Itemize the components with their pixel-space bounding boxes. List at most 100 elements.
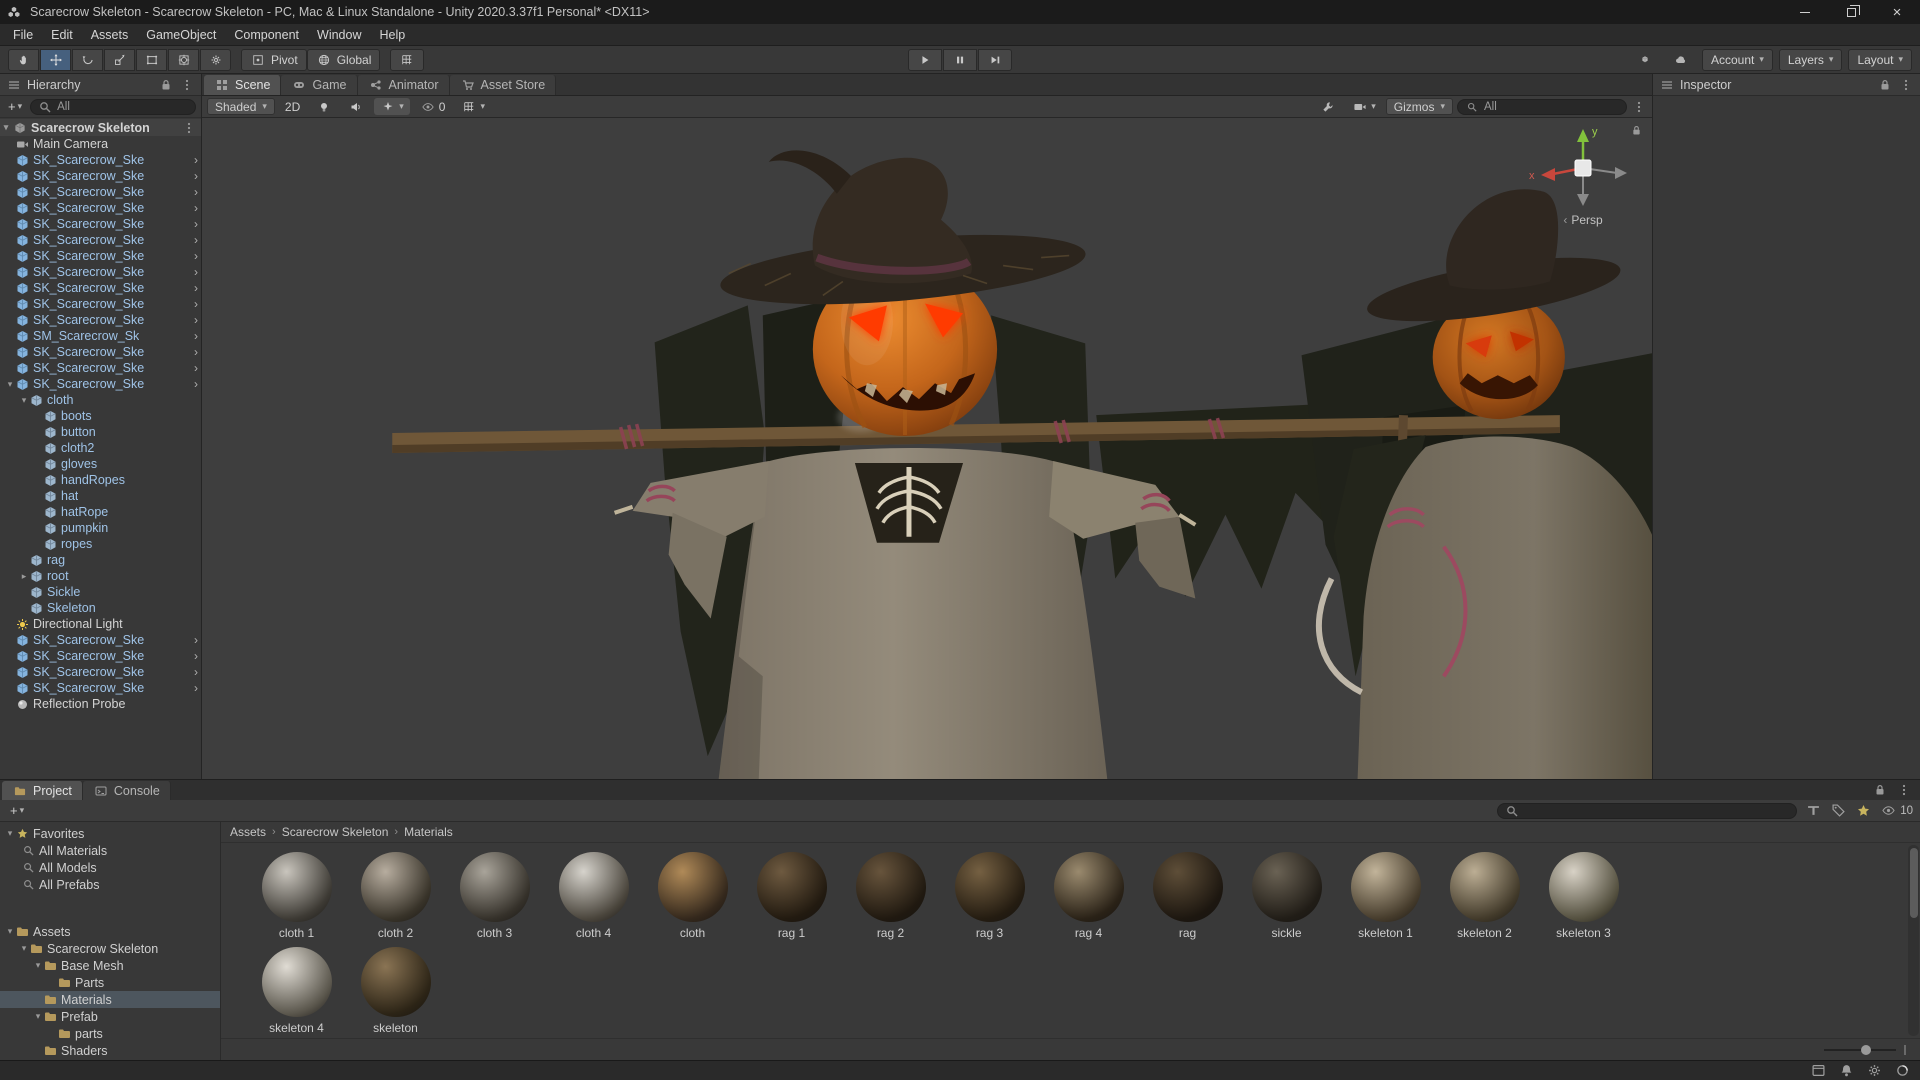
create-asset-button[interactable]: + ▾ [7,803,27,818]
hierarchy-item[interactable]: Sickle [0,584,201,600]
folder-item-scarecrow-skeleton[interactable]: ▾ Scarecrow Skeleton [0,940,220,957]
prefab-open-arrow[interactable]: › [194,153,198,167]
tab-animator[interactable]: Animator [357,75,450,95]
breadcrumb-item-materials[interactable]: Materials [404,825,453,839]
grid-visibility-dropdown[interactable]: ▾ [455,98,491,115]
camera-settings-dropdown[interactable]: ▾ [1346,98,1382,115]
hierarchy-item[interactable]: hatRope [0,504,201,520]
effects-dropdown[interactable]: ▾ [374,98,410,115]
hierarchy-search-input[interactable]: All [30,98,196,115]
collapse-icon[interactable]: ▾ [4,926,16,937]
audio-toggle[interactable] [342,98,370,115]
prefab-open-arrow[interactable]: › [194,281,198,295]
hierarchy-item[interactable]: Reflection Probe [0,696,201,712]
favorites-item-all-materials[interactable]: All Materials [0,842,220,859]
hierarchy-item[interactable]: SK_Scarecrow_Ske › [0,280,201,296]
hierarchy-item[interactable]: ▸ root [0,568,201,584]
menu-assets[interactable]: Assets [82,24,138,45]
prefab-open-arrow[interactable]: › [194,265,198,279]
hierarchy-item[interactable]: SM_Scarecrow_Sk › [0,328,201,344]
hierarchy-item[interactable]: SK_Scarecrow_Ske › [0,648,201,664]
hierarchy-item[interactable]: SK_Scarecrow_Ske › [0,344,201,360]
hierarchy-item[interactable]: ▾ cloth [0,392,201,408]
kebab-menu-icon[interactable] [1631,99,1647,115]
collapse-icon[interactable]: ▾ [32,960,44,971]
scene-header-row[interactable]: ▾ Scarecrow Skeleton [0,119,201,136]
transform-tool[interactable] [168,48,199,71]
prefab-open-arrow[interactable]: › [194,249,198,263]
lock-icon[interactable] [158,77,174,93]
hierarchy-item[interactable]: SK_Scarecrow_Ske › [0,216,201,232]
kebab-menu-icon[interactable] [1898,77,1914,93]
grid-snap-button[interactable] [390,48,425,71]
material-item[interactable]: cloth 4 [544,852,643,940]
close-button[interactable]: × [1874,0,1920,24]
prefab-open-arrow[interactable]: › [194,217,198,231]
prefab-open-arrow[interactable]: › [194,633,198,647]
search-by-type-icon[interactable] [1805,803,1821,819]
material-item[interactable]: skeleton 3 [1534,852,1633,940]
hierarchy-item[interactable]: gloves [0,456,201,472]
prefab-open-arrow[interactable]: › [194,329,198,343]
prefab-open-arrow[interactable]: › [194,361,198,375]
scrollbar-thumb[interactable] [1909,848,1918,918]
hierarchy-item[interactable]: SK_Scarecrow_Ske › [0,168,201,184]
hierarchy-item[interactable]: SK_Scarecrow_Ske › [0,312,201,328]
slider-knob[interactable] [1861,1044,1872,1055]
scene-viewport[interactable]: y x ‹ Persp [202,118,1652,779]
collapse-icon[interactable]: ▾ [18,943,30,954]
scene-search-input[interactable]: All [1457,98,1627,115]
hierarchy-item[interactable]: button [0,424,201,440]
step-button[interactable] [978,48,1012,71]
hierarchy-item[interactable]: SK_Scarecrow_Ske › [0,664,201,680]
hierarchy-item[interactable]: pumpkin [0,520,201,536]
create-object-button[interactable]: + ▾ [5,99,25,114]
tab-asset-store[interactable]: Asset Store [449,75,557,95]
lighting-toggle[interactable] [310,98,338,115]
material-item[interactable]: cloth [643,852,742,940]
prefab-open-arrow[interactable]: › [194,649,198,663]
prefab-open-arrow[interactable]: › [194,681,198,695]
prefab-open-arrow[interactable]: › [194,297,198,311]
prefab-open-arrow[interactable]: › [194,313,198,327]
folder-item-materials[interactable]: Materials [0,991,220,1008]
rotate-tool[interactable] [72,48,103,71]
hierarchy-item[interactable]: SK_Scarecrow_Ske › [0,680,201,696]
folder-item-assets[interactable]: ▾ Assets [0,923,220,940]
version-control-button[interactable] [1630,49,1660,71]
pivot-toggle[interactable]: Pivot [241,48,307,71]
pause-button[interactable] [943,48,977,71]
folder-item-shaders[interactable]: Shaders [0,1042,220,1059]
rect-tool[interactable] [136,48,167,71]
scale-tool[interactable] [104,48,135,71]
account-dropdown[interactable]: Account ▾ [1701,48,1773,71]
project-search-input[interactable] [1497,802,1798,819]
global-toggle[interactable]: Global [306,48,381,71]
collapse-icon[interactable]: ▾ [4,828,16,839]
folder-item-prefab[interactable]: ▾ Prefab [0,1008,220,1025]
hierarchy-item[interactable]: SK_Scarecrow_Ske › [0,264,201,280]
favorites-item-all-models[interactable]: All Models [0,859,220,876]
custom-tool[interactable] [200,48,231,71]
prefab-open-arrow[interactable]: › [194,665,198,679]
material-item[interactable]: cloth 2 [346,852,445,940]
hierarchy-item[interactable]: Directional Light [0,616,201,632]
hierarchy-item[interactable]: SK_Scarecrow_Ske › [0,184,201,200]
menu-window[interactable]: Window [308,24,370,45]
material-item[interactable]: skeleton [346,947,445,1035]
thumbnail-size-slider[interactable] [1824,1044,1896,1055]
prefab-open-arrow[interactable]: › [194,185,198,199]
kebab-menu-icon[interactable] [1636,74,1652,95]
prefab-open-arrow[interactable]: › [194,345,198,359]
hierarchy-item[interactable]: SK_Scarecrow_Ske › [0,632,201,648]
projection-mode[interactable]: ‹ Persp [1520,213,1646,227]
layers-dropdown[interactable]: Layers ▾ [1778,48,1843,71]
hierarchy-item[interactable]: Main Camera [0,136,201,152]
menu-gameobject[interactable]: GameObject [137,24,225,45]
tab-project[interactable]: Project [2,781,83,800]
hierarchy-item[interactable]: cloth2 [0,440,201,456]
material-item[interactable]: skeleton 1 [1336,852,1435,940]
prefab-open-arrow[interactable]: › [194,169,198,183]
gizmos-dropdown[interactable]: Gizmos ▾ [1385,98,1453,115]
collapse-icon[interactable]: ▾ [32,1011,44,1022]
